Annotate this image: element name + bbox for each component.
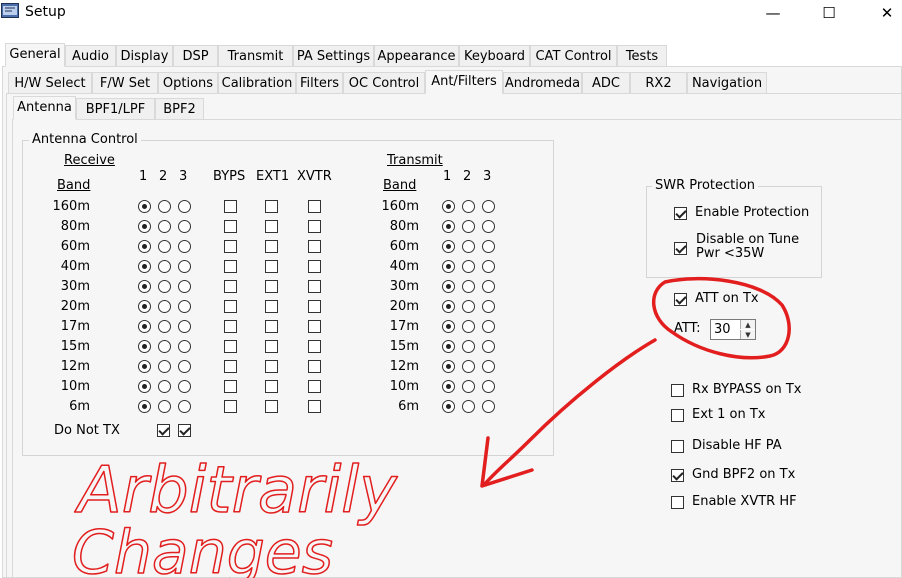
subtab-ant-filters[interactable]: Ant/Filters (425, 70, 503, 94)
annotation-text-line2: Changes (72, 518, 333, 578)
tab-general[interactable]: General (5, 43, 65, 67)
tab-antenna[interactable]: Antenna (13, 96, 76, 120)
annotation-circle (651, 276, 791, 360)
annotation-arrow-shaft (482, 338, 657, 487)
annotation-text-line1: Arbitrarily (74, 454, 398, 528)
